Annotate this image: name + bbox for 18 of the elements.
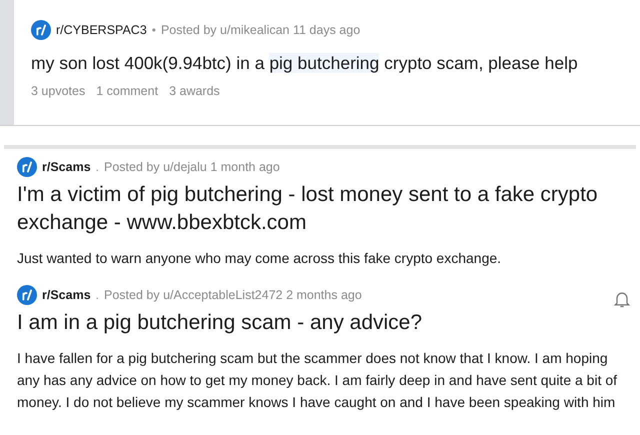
separator-dot: • <box>152 22 156 39</box>
community-link[interactable]: r/Scams <box>42 158 91 176</box>
post-meta: Posted by u/mikealican 11 days ago <box>160 22 360 39</box>
separator-dot: . <box>96 159 99 176</box>
community-link[interactable]: r/CYBERSPAC3 <box>56 20 147 40</box>
post-title[interactable]: I'm a victim of pig butchering - lost money sent to a fake crypto exchange - www.bbexbtck.com <box>17 181 632 237</box>
community-avatar-icon <box>31 20 51 40</box>
community-avatar-icon <box>17 157 37 177</box>
post-title[interactable]: my son lost 400k(9.94btc) in a pig butchering crypto scam, please help <box>31 50 578 76</box>
separator-dot: . <box>96 287 99 304</box>
post-meta: Posted by u/AcceptableList2472 2 months ago <box>104 286 362 304</box>
post-meta: Posted by u/dejalu 1 month ago <box>104 158 280 176</box>
post-title[interactable]: I am in a pig butchering scam - any advice? <box>17 309 632 337</box>
post-body: Just wanted to warn anyone who may come across this fake crypto exchange. <box>17 249 502 268</box>
community-avatar-icon <box>17 285 37 305</box>
post-body: I have fallen for a pig butchering scam but the scammer does not know that I know. I am hoping any has any advice on how to get my money back. I am fairly deep in and have sent quite a bit of money. I do not believe my scammer knows I have caught on and I have been speaking with him <box>17 349 618 412</box>
post-card[interactable]: r/CYBERSPAC3 • Posted by u/mikealican 11 days ago my son lost 400k(9.94btc) in a pig butchering crypto scam, please help 3 upvotes 1 comment 3 awards <box>0 0 640 126</box>
community-link[interactable]: r/Scams <box>42 286 91 304</box>
